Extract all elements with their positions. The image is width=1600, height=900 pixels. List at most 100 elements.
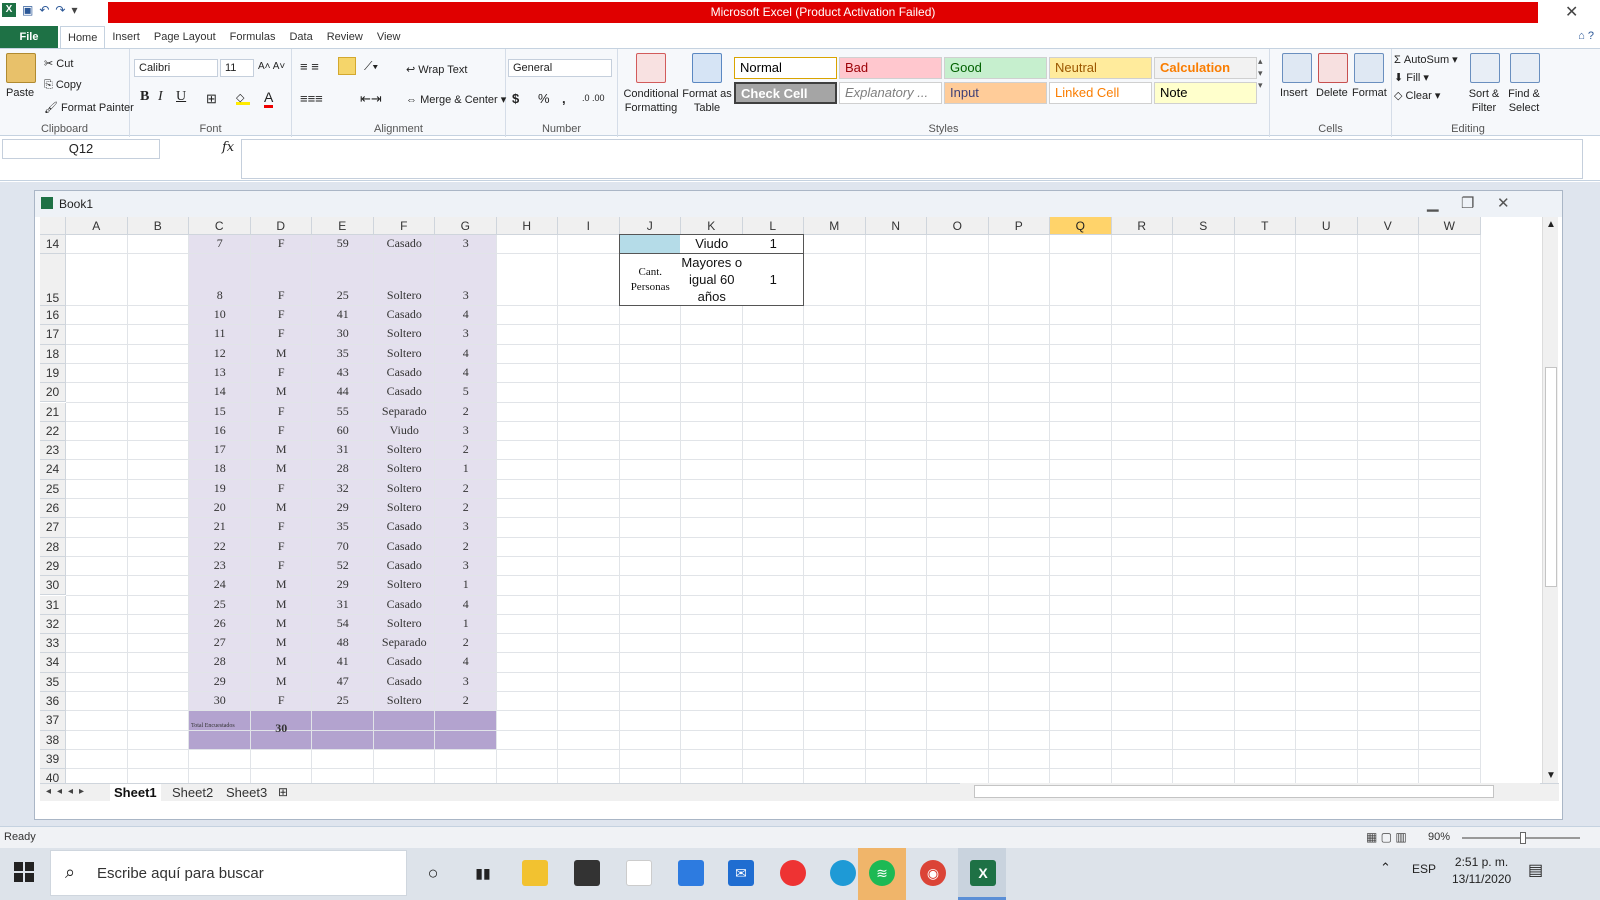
column-header-o[interactable]: O — [927, 217, 989, 235]
align-bottom-icon[interactable] — [338, 57, 356, 75]
data-cell[interactable]: 1 — [435, 576, 497, 595]
cell-style-9[interactable]: Note — [1154, 82, 1257, 104]
data-cell[interactable]: 48 — [312, 634, 374, 653]
wrap-text-button[interactable]: ↩ Wrap Text — [406, 63, 467, 76]
minimize-icon[interactable]: ▁ — [1427, 194, 1439, 212]
data-cell[interactable]: Separado — [374, 634, 436, 653]
data-cell[interactable]: 25 — [312, 692, 374, 711]
comma-button[interactable]: , — [562, 91, 566, 106]
data-cell[interactable]: 4 — [435, 364, 497, 383]
name-box[interactable]: Q12 — [2, 139, 160, 159]
data-cell[interactable]: 52 — [312, 557, 374, 576]
data-cell[interactable]: 41 — [312, 653, 374, 672]
column-header-g[interactable]: G — [435, 217, 497, 235]
data-cell[interactable]: M — [251, 576, 313, 595]
fill-button[interactable]: ⬇ Fill ▾ — [1394, 71, 1429, 84]
data-cell[interactable]: F — [251, 518, 313, 537]
data-cell[interactable]: F — [251, 480, 313, 499]
data-cell[interactable]: 14 — [189, 383, 251, 402]
task-view-icon[interactable]: ▮▮ — [470, 860, 496, 886]
conditional-formatting-button[interactable]: Conditional Formatting — [620, 87, 682, 115]
scroll-up-icon[interactable]: ▲ — [1546, 219, 1556, 230]
column-header-i[interactable]: I — [558, 217, 620, 235]
row-header-28[interactable]: 28 — [40, 537, 66, 557]
borders-icon[interactable]: ⊞ — [206, 91, 217, 107]
column-header-c[interactable]: C — [189, 217, 251, 235]
binoculars-icon[interactable] — [1510, 53, 1540, 83]
column-header-k[interactable]: K — [681, 217, 743, 235]
data-cell[interactable]: Soltero — [374, 325, 436, 344]
notifications-icon[interactable]: ▤ — [1528, 860, 1543, 880]
data-cell[interactable]: Soltero — [374, 480, 436, 499]
column-header-p[interactable]: P — [988, 217, 1050, 235]
currency-button[interactable]: $ — [512, 91, 519, 106]
data-cell[interactable]: 30 — [189, 692, 251, 711]
data-cell[interactable]: Viudo — [374, 422, 436, 441]
row-header-37[interactable]: 37 — [40, 711, 66, 731]
data-cell[interactable]: 20 — [189, 499, 251, 518]
cell-style-7[interactable]: Input — [944, 82, 1047, 104]
data-cell[interactable]: F — [251, 692, 313, 711]
row-header-31[interactable]: 31 — [40, 595, 66, 615]
data-cell[interactable]: M — [251, 441, 313, 460]
data-cell[interactable]: F — [251, 403, 313, 422]
data-cell[interactable]: 31 — [312, 596, 374, 615]
windows-start-icon[interactable] — [14, 862, 34, 882]
save-icon[interactable]: ▣ — [22, 3, 33, 17]
browser-icon[interactable] — [780, 860, 806, 886]
data-cell[interactable]: 18 — [189, 460, 251, 479]
cell-style-0[interactable]: Normal — [734, 57, 837, 79]
clear-button[interactable]: ◇ Clear ▾ — [1394, 89, 1440, 102]
redo-icon[interactable]: ↷ — [55, 3, 65, 17]
data-cell[interactable]: Casado — [374, 653, 436, 672]
close-window-button[interactable]: ✕ — [1565, 2, 1578, 22]
column-header-w[interactable]: W — [1419, 217, 1481, 235]
data-cell[interactable]: 5 — [435, 383, 497, 402]
data-cell[interactable]: 2 — [435, 499, 497, 518]
viudo-label[interactable]: Viudo — [681, 235, 743, 254]
data-cell[interactable]: 30 — [312, 325, 374, 344]
data-cell[interactable]: 27 — [189, 634, 251, 653]
column-header-e[interactable]: E — [312, 217, 374, 235]
column-header-r[interactable]: R — [1111, 217, 1173, 235]
column-header-f[interactable]: F — [373, 217, 435, 235]
data-cell[interactable]: Soltero — [374, 345, 436, 364]
column-header-j[interactable]: J — [619, 217, 681, 235]
number-format-select[interactable]: General — [508, 59, 612, 77]
align-left-icon[interactable]: ≡≡≡ — [300, 91, 323, 106]
tab-formulas[interactable]: Formulas — [223, 26, 283, 48]
copy-button[interactable]: ⎘ Copy — [44, 79, 82, 92]
sheet-tab-3[interactable]: Sheet3 — [222, 784, 271, 802]
data-cell[interactable]: 54 — [312, 615, 374, 634]
data-cell[interactable]: F — [251, 557, 313, 576]
insert-function-button[interactable]: fx — [222, 140, 234, 155]
document-icon[interactable] — [626, 860, 652, 886]
cell-style-5[interactable]: Check Cell — [734, 82, 837, 104]
close-workbook-icon[interactable]: ✕ — [1497, 194, 1510, 212]
align-top-icon[interactable]: ≡ ≡ — [300, 59, 319, 74]
data-cell[interactable]: 29 — [312, 576, 374, 595]
data-cell[interactable]: M — [251, 634, 313, 653]
new-sheet-icon[interactable]: ⊞ — [274, 784, 292, 802]
merge-center-button[interactable]: ⇔ Merge & Center ▾ — [406, 93, 506, 106]
format-as-table-button[interactable]: Format as Table — [682, 87, 732, 115]
language-indicator[interactable]: ESP — [1412, 862, 1436, 876]
column-header-l[interactable]: L — [742, 217, 804, 235]
data-cell[interactable]: 3 — [435, 325, 497, 344]
data-cell[interactable]: 16 — [189, 422, 251, 441]
data-cell[interactable]: 25 — [312, 287, 374, 306]
data-cell[interactable]: 12 — [189, 345, 251, 364]
horizontal-scroll-thumb[interactable] — [974, 785, 1494, 798]
decimal-icon[interactable]: .0 .00 — [582, 93, 605, 103]
tray-chevron-icon[interactable]: ⌃ — [1380, 860, 1391, 876]
column-header-s[interactable]: S — [1173, 217, 1235, 235]
data-cell[interactable]: 70 — [312, 538, 374, 557]
customize-qat-icon[interactable]: ▾ — [71, 3, 77, 17]
data-cell[interactable]: 28 — [312, 460, 374, 479]
data-cell[interactable]: 3 — [435, 518, 497, 537]
data-cell[interactable]: 31 — [312, 441, 374, 460]
worksheet-grid[interactable]: A B C D E F G H I J K L M N O P Q R S T U V W 14 15 16 17 18 19 20 21 2… — [40, 217, 1543, 783]
zoom-slider-thumb[interactable] — [1520, 832, 1526, 844]
sheet-nav-icon[interactable]: ◂◂◂▸ — [46, 786, 90, 797]
restore-icon[interactable]: ❐ — [1461, 194, 1474, 212]
